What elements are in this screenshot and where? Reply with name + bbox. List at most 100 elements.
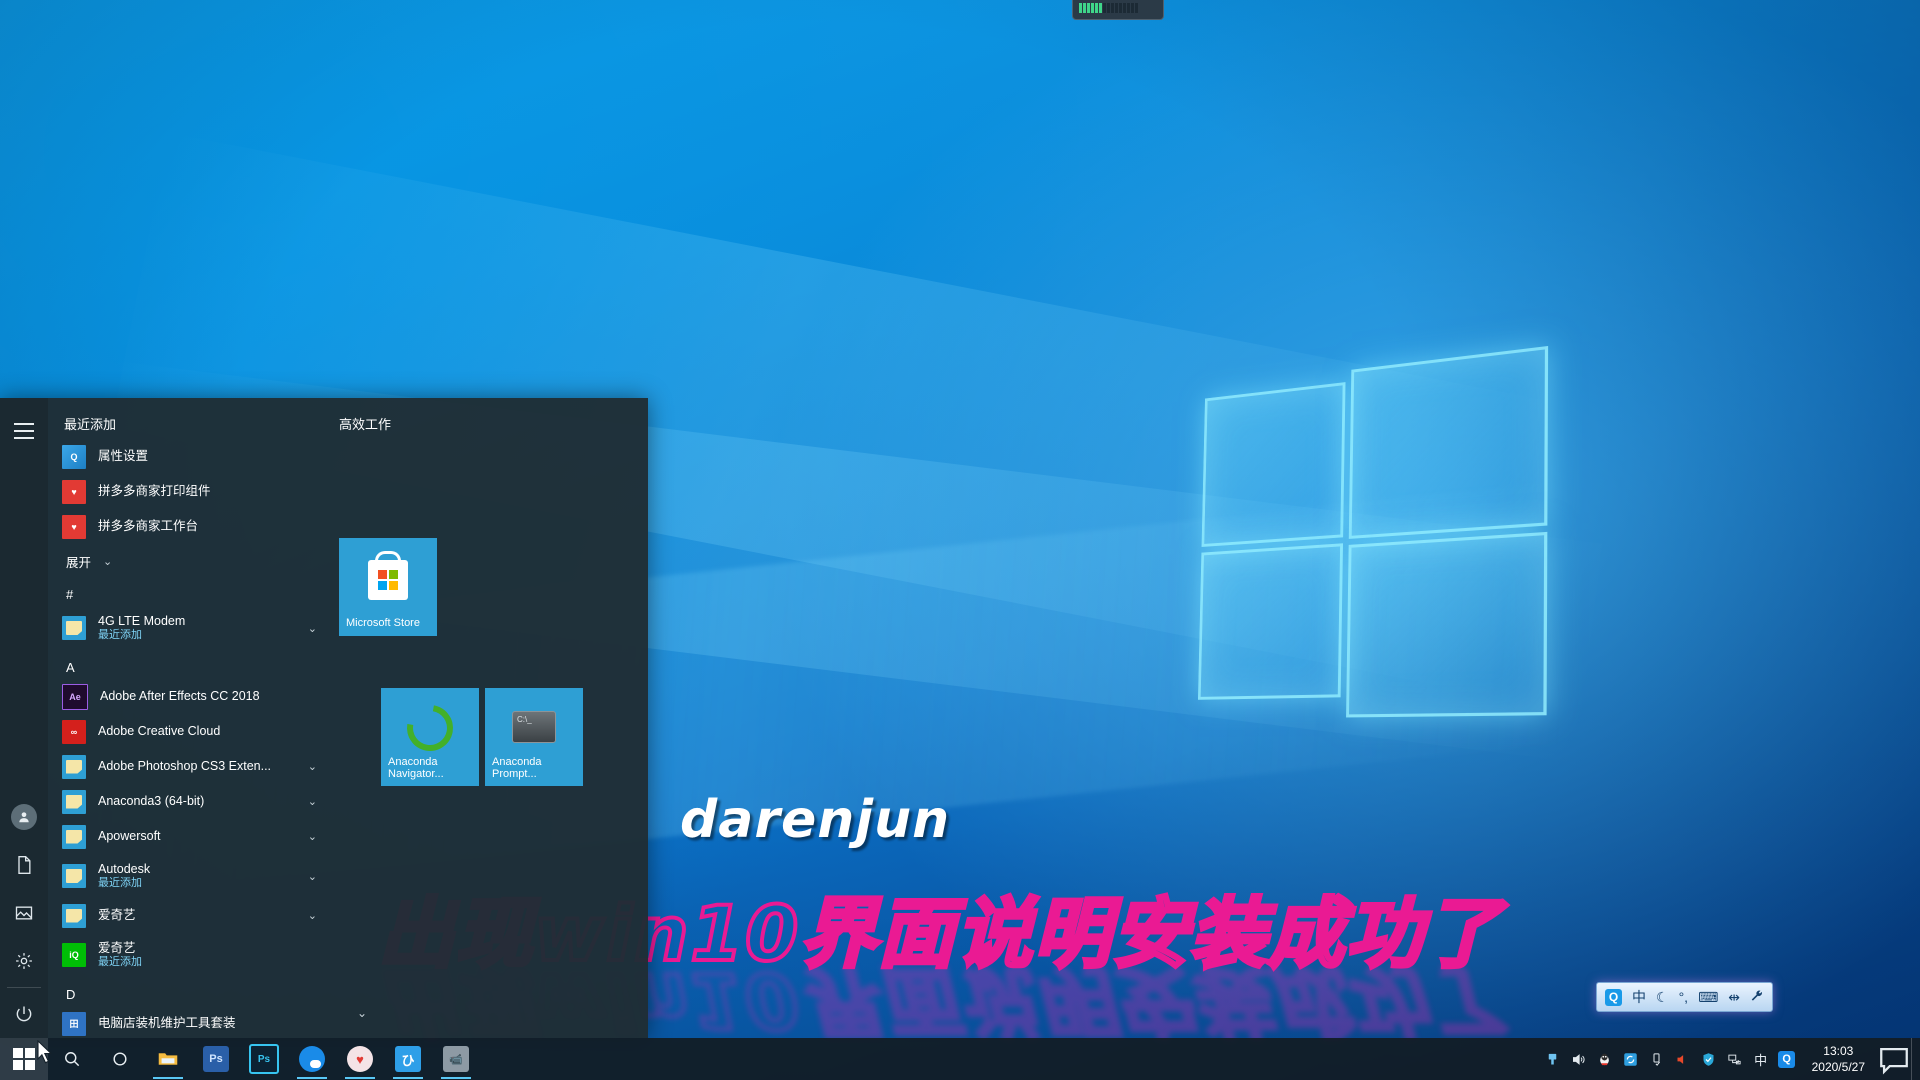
clock-time: 13:03 — [1823, 1043, 1854, 1058]
chevron-down-icon[interactable]: ⌄ — [308, 795, 317, 808]
rail-item-power[interactable] — [0, 990, 48, 1038]
iqiyi-icon: iQ — [62, 943, 86, 967]
chevron-down-icon[interactable]: ⌄ — [308, 909, 317, 922]
speaker-icon[interactable] — [1670, 1038, 1696, 1080]
notification-center-button[interactable] — [1877, 1038, 1911, 1080]
tile-microsoft-store[interactable]: Microsoft Store — [339, 538, 437, 636]
list-item-label: 拼多多商家工作台 — [98, 518, 199, 533]
qq-app-icon: Q — [62, 444, 86, 469]
rail-item-settings[interactable] — [0, 937, 48, 985]
list-item[interactable]: Autodesk 最近添加 ⌄ — [48, 854, 323, 898]
list-item-label: 属性设置 — [98, 448, 149, 463]
chevron-down-icon[interactable]: ⌄ — [308, 830, 317, 843]
chevron-down-icon[interactable]: ⌄ — [308, 622, 317, 635]
taskbar-clock[interactable]: 13:03 2020/5/27 — [1804, 1043, 1877, 1075]
tile-label: Microsoft Store — [346, 617, 420, 630]
taskbar-photoshop-cs-button[interactable]: Ps — [240, 1038, 288, 1080]
list-item-label: Adobe After Effects CC 2018 — [100, 688, 260, 703]
ime-floating-toolbar[interactable]: Q 中 ☾ °, ⌨ ⇹ — [1596, 982, 1774, 1012]
recently-added-header: 最近添加 — [64, 417, 117, 432]
list-item-label: Anaconda3 (64-bit) — [98, 793, 205, 808]
sync-icon[interactable] — [1618, 1038, 1644, 1080]
volume-icon[interactable] — [1566, 1038, 1592, 1080]
list-item[interactable]: 爱奇艺 ⌄ — [48, 898, 323, 933]
anaconda-navigator-icon — [397, 695, 463, 761]
list-item[interactable]: ♥ 拼多多商家工作台 — [48, 509, 323, 544]
qq-browser-icon[interactable]: Q — [1774, 1038, 1800, 1080]
list-item[interactable]: Apowersoft ⌄ — [48, 819, 323, 854]
list-item[interactable]: Ae Adobe After Effects CC 2018 — [48, 679, 323, 714]
list-item[interactable]: 4G LTE Modem 最近添加 ⌄ — [48, 606, 323, 650]
security-shield-icon[interactable] — [1696, 1038, 1722, 1080]
folder-icon — [62, 864, 86, 888]
list-item[interactable]: Q 属性设置 — [48, 439, 323, 474]
list-item[interactable]: ♥ 拼多多商家打印组件 — [48, 474, 323, 509]
list-item-label: Autodesk — [98, 861, 151, 876]
letter-header-d[interactable]: D — [48, 977, 323, 1006]
expand-label: 展开 — [66, 556, 92, 570]
list-item-label: 拼多多商家打印组件 — [98, 483, 211, 498]
pinduoduo-icon: ♥ — [62, 479, 86, 504]
taskbar-video-tool-button[interactable]: 📹 — [432, 1038, 480, 1080]
desktop-root: darenjun 出现win10界面说明安装成功了 出现win10界面说明安装成… — [0, 0, 1920, 1080]
show-desktop-button[interactable] — [1911, 1038, 1920, 1080]
taskbar-thunder-button[interactable]: ひ — [384, 1038, 432, 1080]
punctuation-icon[interactable]: °, — [1679, 990, 1689, 1004]
chevron-down-icon[interactable]: ⌄ — [308, 870, 317, 883]
taskbar-search-button[interactable] — [48, 1038, 96, 1080]
hamburger-icon[interactable] — [9, 416, 39, 446]
taskbar: Ps Ps ♥ ひ 📹 中 Q 13:03 2020/5/27 — [0, 1038, 1920, 1080]
top-edge-toolbar[interactable] — [1072, 0, 1164, 20]
settings-wrench-icon[interactable] — [1750, 989, 1764, 1005]
list-item[interactable]: Anaconda3 (64-bit) ⌄ — [48, 784, 323, 819]
photoshop-cs-icon: Ps — [249, 1044, 279, 1074]
list-item[interactable]: Adobe Photoshop CS3 Exten... ⌄ — [48, 749, 323, 784]
list-item[interactable]: 田 电脑店装机维护工具套装 — [48, 1006, 323, 1038]
video-tool-icon: 📹 — [443, 1046, 469, 1072]
start-button[interactable] — [0, 1038, 48, 1080]
ime-icon[interactable]: 中 — [1748, 1038, 1774, 1080]
list-item-label: 电脑店装机维护工具套装 — [98, 1015, 236, 1030]
quark-browser-icon — [299, 1046, 325, 1072]
rail-divider — [7, 987, 41, 988]
creative-cloud-icon: ∞ — [62, 719, 86, 744]
keyboard-icon[interactable]: ⌨ — [1698, 990, 1718, 1004]
start-menu-app-list[interactable]: 最近添加 Q 属性设置 ♥ 拼多多商家打印组件 ♥ 拼多多商家工作台 展开 ⌄ … — [48, 398, 323, 1038]
chevron-down-icon[interactable]: ⌄ — [357, 1006, 367, 1020]
taskbar-quark-browser-button[interactable] — [288, 1038, 336, 1080]
picture-icon — [15, 906, 33, 920]
usb-device-icon[interactable] — [1540, 1038, 1566, 1080]
expand-recently-added-button[interactable]: 展开 ⌄ — [48, 544, 323, 577]
letter-header-hash[interactable]: # — [48, 577, 323, 606]
rail-item-pictures[interactable] — [0, 889, 48, 937]
clock-date: 2020/5/27 — [1811, 1060, 1865, 1074]
tile-anaconda-prompt[interactable]: C:\_ Anaconda Prompt... — [485, 688, 583, 786]
safely-remove-icon[interactable] — [1644, 1038, 1670, 1080]
qq-ime-logo[interactable]: Q — [1605, 988, 1622, 1006]
tile-anaconda-navigator[interactable]: Anaconda Navigator... — [381, 688, 479, 786]
folder-icon — [62, 616, 86, 640]
list-item[interactable]: ∞ Adobe Creative Cloud — [48, 714, 323, 749]
folder-icon — [62, 789, 86, 814]
list-item-label: 4G LTE Modem — [98, 613, 186, 628]
list-item-sublabel: 最近添加 — [98, 956, 142, 969]
qq-icon[interactable] — [1592, 1038, 1618, 1080]
thunder-icon: ひ — [395, 1046, 421, 1072]
folder-icon — [62, 903, 86, 928]
network-icon[interactable] — [1722, 1038, 1748, 1080]
ime-language-mode[interactable]: 中 — [1632, 990, 1646, 1004]
chevron-down-icon[interactable]: ⌄ — [308, 760, 317, 773]
rail-item-user-account[interactable] — [0, 793, 48, 841]
moon-icon[interactable]: ☾ — [1656, 990, 1669, 1004]
taskbar-cortana-button[interactable] — [96, 1038, 144, 1080]
list-item[interactable]: iQ 爱奇艺 最近添加 — [48, 933, 323, 977]
taskbar-photoshop-button[interactable]: Ps — [192, 1038, 240, 1080]
rail-item-documents[interactable] — [0, 841, 48, 889]
taskbar-pinduoduo-button[interactable]: ♥ — [336, 1038, 384, 1080]
toolbox-icon[interactable]: ⇹ — [1728, 990, 1740, 1004]
letter-header-a[interactable]: A — [48, 650, 323, 679]
avatar — [11, 804, 37, 830]
power-icon — [16, 1006, 32, 1022]
tile-group-title[interactable]: 高效工作 — [331, 414, 648, 433]
taskbar-file-explorer-button[interactable] — [144, 1038, 192, 1080]
